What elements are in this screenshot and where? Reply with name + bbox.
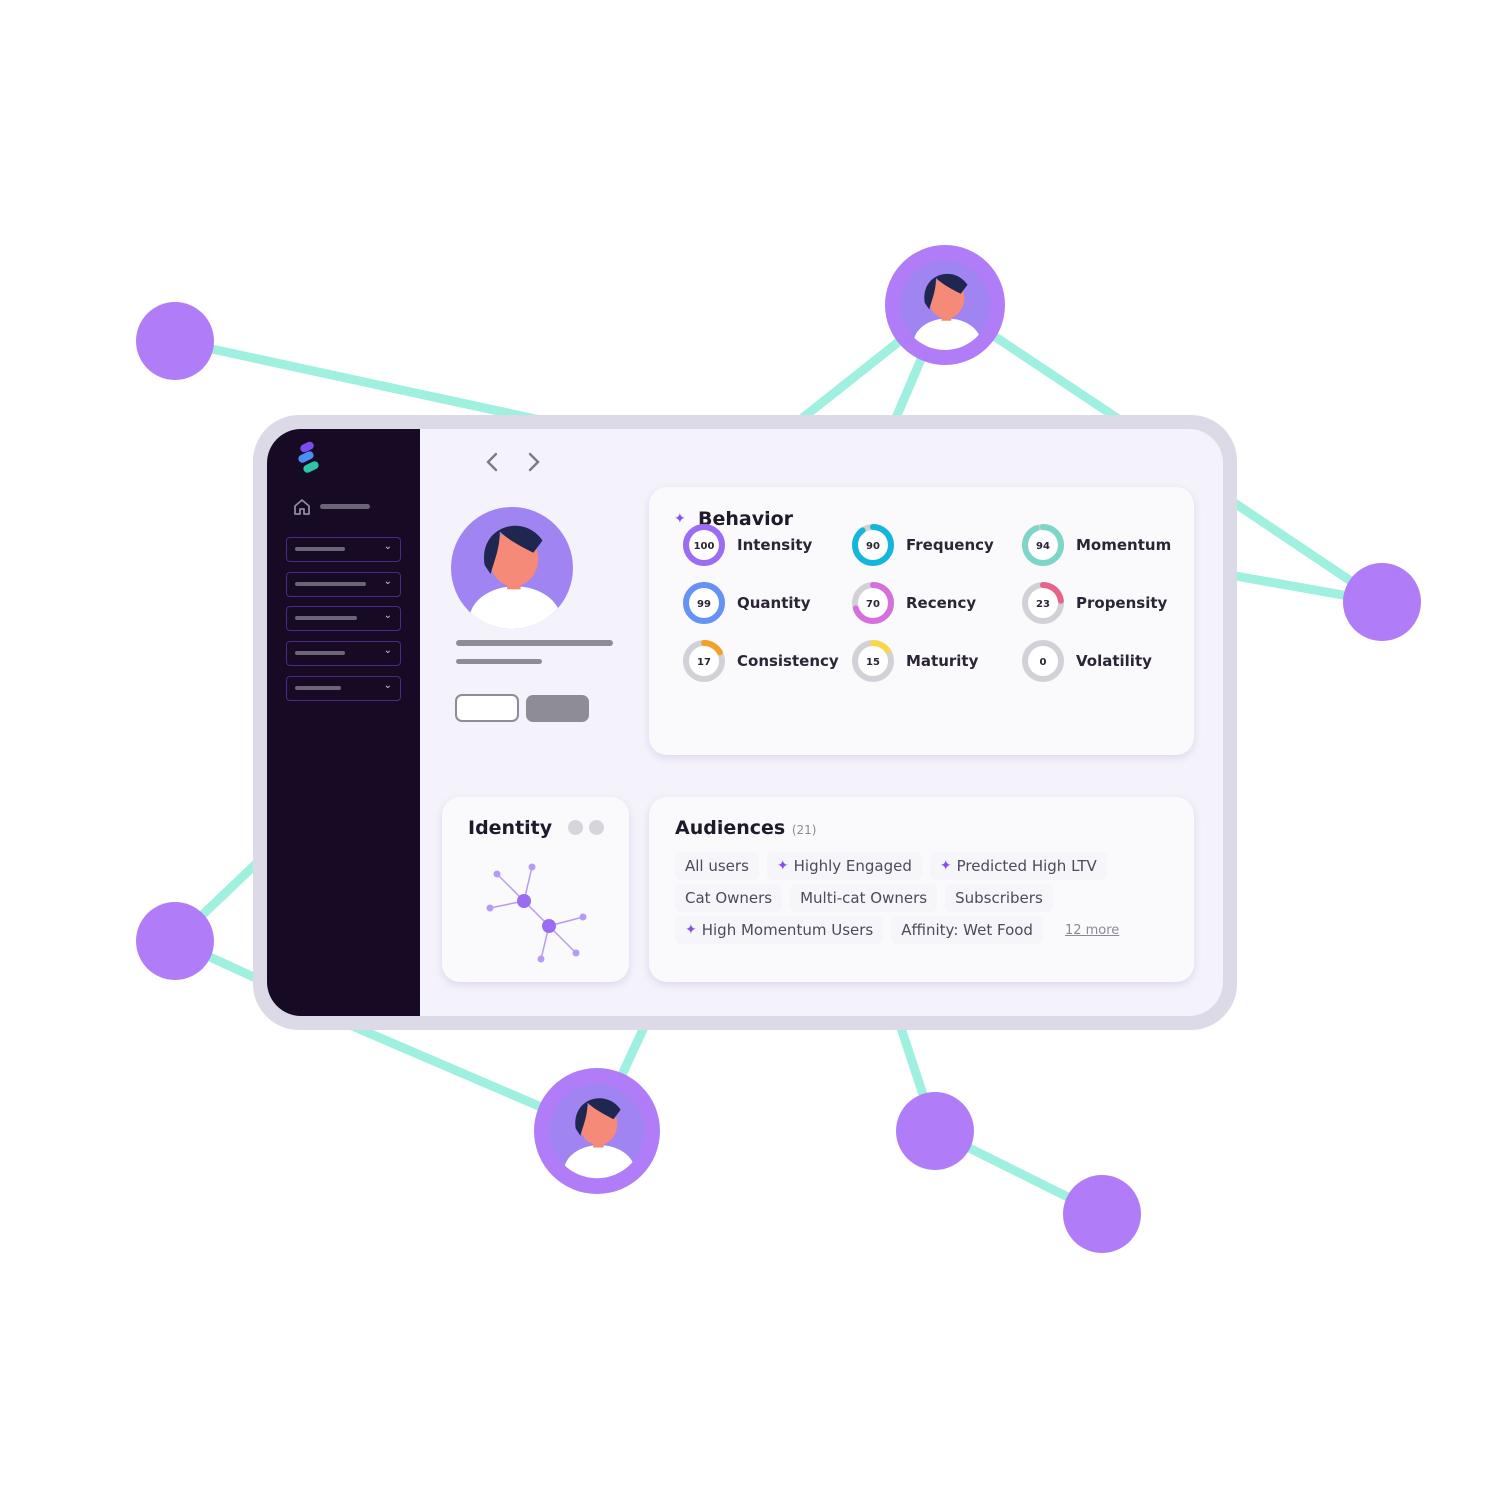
- score-value: 94: [1036, 541, 1050, 552]
- behavior-metric[interactable]: 15 Maturity: [850, 638, 978, 684]
- audience-row: ✦ High Momentum Users Affinity: Wet Food 12…: [675, 916, 1119, 944]
- identity-card: Identity: [442, 797, 629, 982]
- score-donut: 17: [683, 640, 725, 682]
- home-icon[interactable]: [292, 497, 312, 517]
- score-value: 99: [697, 599, 711, 610]
- network-node: [1063, 1175, 1141, 1253]
- sparkle-icon: ✦: [776, 858, 789, 874]
- metric-label: Frequency: [906, 536, 994, 554]
- forward-button[interactable]: [525, 451, 543, 473]
- dot-indicator[interactable]: [568, 820, 583, 835]
- metric-label: Recency: [906, 594, 977, 612]
- chevron-down-icon: ⌄: [383, 576, 392, 587]
- score-donut: 0: [1022, 640, 1064, 682]
- sidebar-dropdown[interactable]: ⌄: [286, 641, 401, 666]
- metric-label: Propensity: [1076, 594, 1168, 612]
- dot-indicator[interactable]: [589, 820, 604, 835]
- identity-title: Identity: [468, 817, 553, 839]
- score-value: 0: [1040, 657, 1047, 668]
- score-donut: 70: [852, 582, 894, 624]
- audience-label: Predicted High LTV: [956, 857, 1097, 875]
- score-donut: 90: [852, 524, 894, 566]
- sidebar-dropdown[interactable]: ⌄: [286, 537, 401, 562]
- chevron-down-icon: ⌄: [383, 541, 392, 552]
- metric-label: Intensity: [737, 536, 813, 554]
- audience-row: All users ✦ Highly Engaged ✦ Predicted High …: [675, 852, 1115, 880]
- behavior-card: ✦ Behavior 100 Intensity 90 Frequency 94 Mome…: [649, 487, 1194, 755]
- audience-chip[interactable]: Cat Owners: [675, 884, 783, 912]
- audience-label: Multi-cat Owners: [800, 889, 928, 907]
- audience-chip[interactable]: Affinity: Wet Food: [891, 916, 1043, 944]
- chevron-down-icon: ⌄: [383, 645, 392, 656]
- audience-chip[interactable]: Multi-cat Owners: [790, 884, 938, 912]
- score-donut: 94: [1022, 524, 1064, 566]
- network-node: [136, 902, 214, 980]
- network-node: [136, 302, 214, 380]
- behavior-metric[interactable]: 94 Momentum: [1020, 522, 1171, 568]
- behavior-metric[interactable]: 99 Quantity: [681, 580, 811, 626]
- score-value: 90: [866, 541, 880, 552]
- more-audiences-link[interactable]: 12 more: [1065, 923, 1119, 938]
- back-button[interactable]: [483, 451, 501, 473]
- audience-label: Highly Engaged: [793, 857, 912, 875]
- audience-row: Cat Owners Multi-cat Owners Subscribers: [675, 884, 1061, 912]
- score-value: 23: [1036, 599, 1050, 610]
- sidebar-dropdown[interactable]: ⌄: [286, 606, 401, 631]
- score-value: 100: [694, 541, 715, 552]
- audience-chip[interactable]: ✦ High Momentum Users: [675, 916, 884, 944]
- user-avatar-node: [534, 1068, 660, 1194]
- behavior-metric[interactable]: 17 Consistency: [681, 638, 839, 684]
- chevron-down-icon: ⌄: [383, 610, 392, 621]
- audience-label: High Momentum Users: [701, 921, 874, 939]
- audiences-count: (21): [791, 823, 817, 837]
- logo-icon: [298, 441, 319, 473]
- sparkle-icon: ✦: [939, 858, 952, 874]
- audiences-title: Audiences (21): [675, 817, 816, 839]
- audiences-card: Audiences (21) All users ✦ Highly Engaged ✦…: [649, 797, 1194, 982]
- score-donut: 15: [852, 640, 894, 682]
- behavior-metric[interactable]: 0 Volatility: [1020, 638, 1152, 684]
- audience-label: All users: [685, 857, 749, 875]
- network-node: [896, 1092, 974, 1170]
- audience-label: Cat Owners: [685, 889, 773, 907]
- score-value: 70: [866, 599, 880, 610]
- behavior-metric[interactable]: 90 Frequency: [850, 522, 994, 568]
- audience-chip[interactable]: All users: [675, 852, 759, 880]
- audience-label: Affinity: Wet Food: [901, 921, 1033, 939]
- sidebar: ⌄ ⌄ ⌄ ⌄ ⌄: [267, 429, 420, 1016]
- avatar: [451, 507, 573, 629]
- audiences-label: Audiences: [675, 817, 786, 839]
- score-donut: 23: [1022, 582, 1064, 624]
- audience-chip[interactable]: Subscribers: [945, 884, 1053, 912]
- behavior-metric[interactable]: 23 Propensity: [1020, 580, 1167, 626]
- behavior-metric[interactable]: 100 Intensity: [681, 522, 812, 568]
- name-placeholder: [456, 640, 613, 646]
- home-label-placeholder: [320, 504, 370, 509]
- audience-chip[interactable]: ✦ Predicted High LTV: [929, 852, 1107, 880]
- behavior-metric[interactable]: 70 Recency: [850, 580, 976, 626]
- score-donut: 100: [683, 524, 725, 566]
- sidebar-dropdown[interactable]: ⌄: [286, 676, 401, 701]
- primary-button[interactable]: [526, 695, 589, 722]
- sparkle-icon: ✦: [685, 922, 697, 938]
- user-avatar-node: [885, 245, 1005, 365]
- metric-label: Consistency: [737, 652, 839, 670]
- sidebar-dropdown[interactable]: ⌄: [286, 572, 401, 597]
- metric-label: Maturity: [906, 652, 979, 670]
- audience-chip[interactable]: ✦ Highly Engaged: [766, 852, 922, 880]
- audience-label: Subscribers: [955, 889, 1043, 907]
- score-value: 17: [697, 657, 711, 668]
- app-window: ⌄ ⌄ ⌄ ⌄ ⌄ ✦ Behavior 100 Intensity 90 Frequ…: [267, 429, 1223, 1016]
- chevron-down-icon: ⌄: [383, 680, 392, 691]
- identity-graph-icon: [486, 863, 587, 963]
- score-value: 15: [866, 657, 880, 668]
- subtitle-placeholder: [456, 659, 542, 664]
- metric-label: Momentum: [1076, 536, 1172, 554]
- network-node: [1343, 563, 1421, 641]
- score-donut: 99: [683, 582, 725, 624]
- secondary-button[interactable]: [455, 694, 519, 722]
- metric-label: Volatility: [1076, 652, 1152, 670]
- metric-label: Quantity: [737, 594, 811, 612]
